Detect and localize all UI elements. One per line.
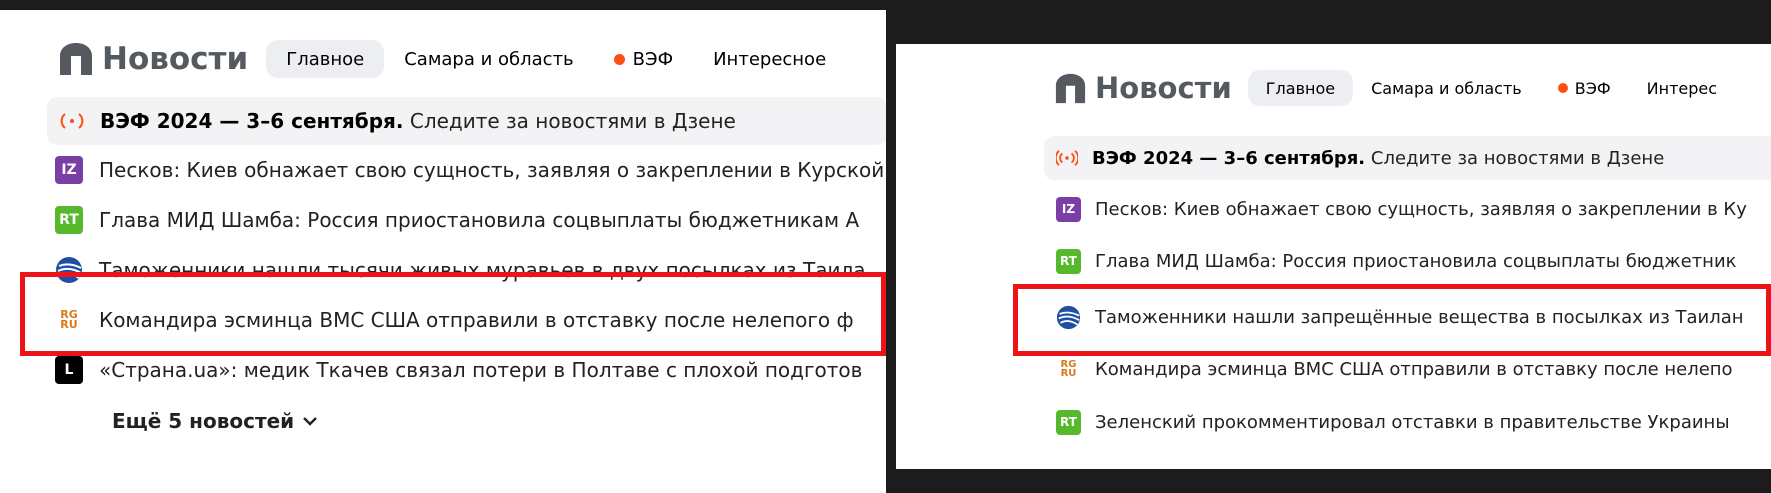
news-item[interactable]: RT Зеленский прокомментировал отставки в… [1056,405,1730,439]
news-item[interactable]: IZ Песков: Киев обнажает свою сущность, … [55,151,884,189]
featured-bold: ВЭФ 2024 — 3–6 сентября. [100,109,404,133]
tab-interesting[interactable]: Интерес [1629,70,1735,106]
news-header: Новости Главное Самара и область ВЭФ Инт… [58,40,846,78]
featured-text: ВЭФ 2024 — 3–6 сентября. Следите за ново… [100,109,736,133]
rt-icon: RT [1056,248,1081,274]
news-item[interactable]: RG RU Командира эсминца ВМС США отправили… [1056,352,1733,386]
news-item-text[interactable]: Глава МИД Шамба: Россия приостановила со… [1095,251,1737,272]
rg-icon: RG RU [1060,359,1077,379]
izvestia-icon: IZ [1056,196,1081,222]
tab-wef-label: ВЭФ [1574,78,1611,98]
news-item-text[interactable]: «Страна.ua»: медик Ткачев связал потери … [99,358,862,382]
tab-main[interactable]: Главное [266,40,385,78]
live-dot-icon [613,53,625,65]
news-item[interactable]: IZ Песков: Киев обнажает свою сущность, … [1056,192,1747,226]
izvestia-icon: IZ [55,156,83,184]
news-item-text[interactable]: Командира эсминца ВМС США отправили в от… [1095,359,1733,380]
news-item-text[interactable]: Песков: Киев обнажает свою сущность, зая… [1095,199,1747,220]
live-dot-icon [1557,83,1568,93]
featured-rest: Следите за новостями в Дзене [403,109,736,133]
tab-samara[interactable]: Самара и область [384,40,593,78]
news-header: Новости Главное Самара и область ВЭФ Инт… [1054,70,1735,106]
strana-icon: L [55,356,83,384]
news-item[interactable]: RT Глава МИД Шамба: Россия приостановила… [55,201,859,239]
news-logo-text[interactable]: Новости [1095,71,1232,105]
tab-interesting[interactable]: Интересное [693,40,846,78]
featured-text: ВЭФ 2024 — 3–6 сентября. Следите за ново… [1092,148,1664,169]
news-item[interactable]: RT Глава МИД Шамба: Россия приостановила… [1056,244,1737,278]
tab-main[interactable]: Главное [1247,70,1354,106]
news-item[interactable]: L «Страна.ua»: медик Ткачев связал потер… [55,351,862,389]
rt-icon: RT [55,206,83,234]
news-logo-text[interactable]: Новости [102,41,248,77]
more-news-button[interactable]: Ещё 5 новостей [112,402,318,440]
featured-bold: ВЭФ 2024 — 3–6 сентября. [1092,147,1366,169]
highlight-box-left [20,272,886,356]
tab-wef-label: ВЭФ [632,48,674,70]
featured-banner[interactable]: ВЭФ 2024 — 3–6 сентября. Следите за ново… [47,97,886,145]
more-news-label: Ещё 5 новостей [112,409,295,433]
news-item-text[interactable]: Песков: Киев обнажает свою сущность, зая… [99,158,884,182]
featured-rest: Следите за новостями в Дзене [1365,147,1665,169]
rt-icon: RT [1056,409,1081,435]
tab-samara[interactable]: Самара и область [1353,70,1540,106]
tab-wef[interactable]: ВЭФ [1540,70,1629,106]
right-news-panel: Новости Главное Самара и область ВЭФ Инт… [896,44,1771,469]
featured-banner[interactable]: ВЭФ 2024 — 3–6 сентября. Следите за ново… [1044,136,1771,180]
highlight-box-right [1013,284,1771,356]
news-logo-icon [60,43,92,75]
news-logo-icon [1055,73,1086,103]
news-item-text[interactable]: Глава МИД Шамба: Россия приостановила со… [99,208,859,232]
broadcast-icon [60,113,84,129]
tab-wef[interactable]: ВЭФ [594,40,693,78]
broadcast-icon [1056,150,1078,166]
left-news-panel: Новости Главное Самара и область ВЭФ Инт… [0,10,886,493]
chevron-down-icon [303,417,318,426]
news-item-text[interactable]: Зеленский прокомментировал отставки в пр… [1095,412,1730,433]
